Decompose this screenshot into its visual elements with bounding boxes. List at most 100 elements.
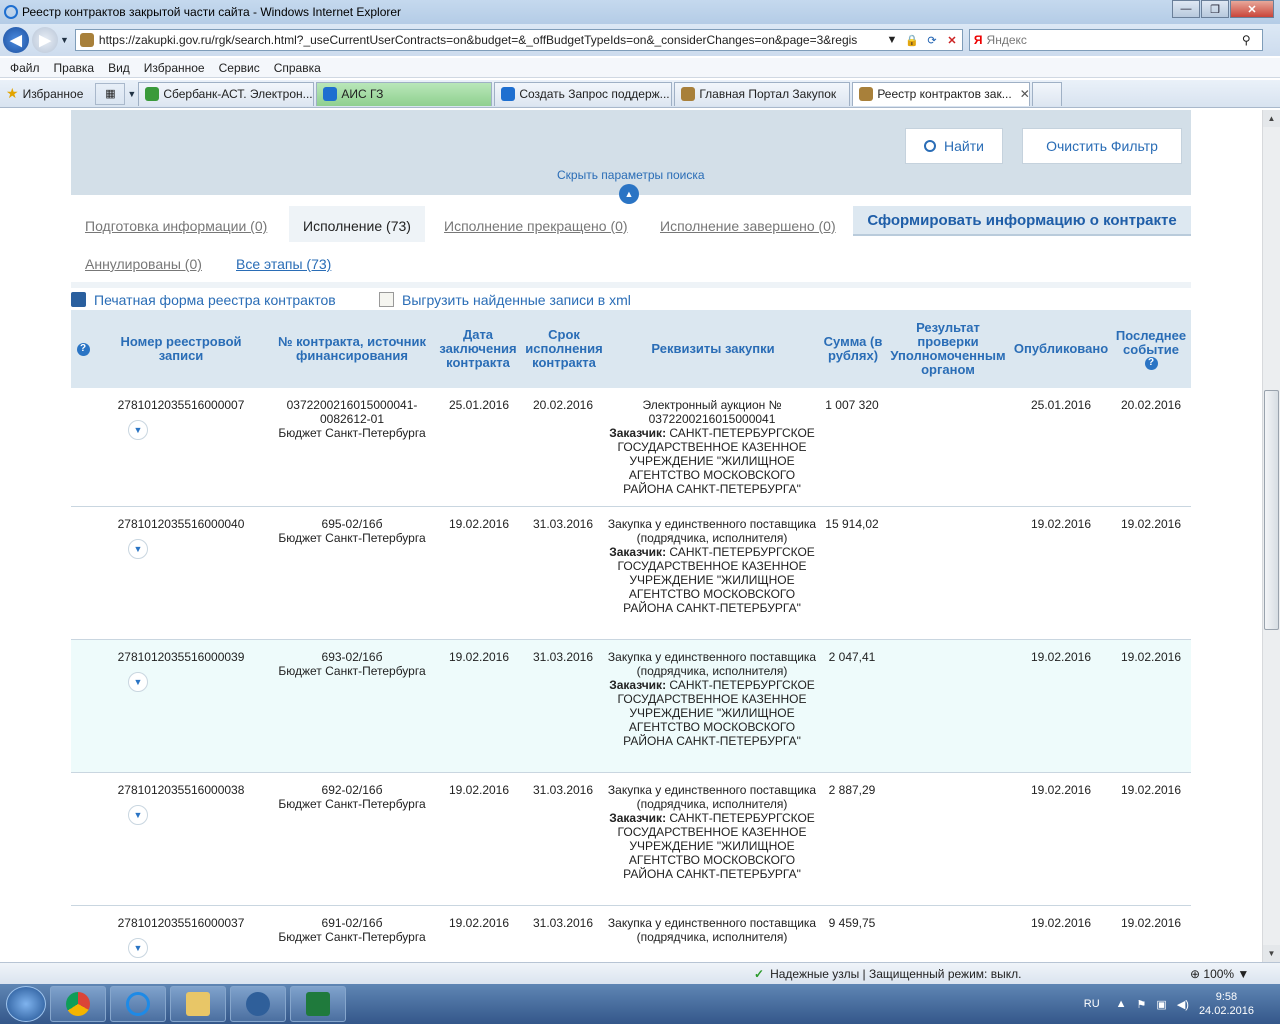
header-date[interactable]: Дата заключения контракта: [437, 310, 519, 388]
tray-expand-icon[interactable]: ▲: [1116, 998, 1127, 1010]
header-help[interactable]: ?: [75, 310, 91, 388]
tab-support-request[interactable]: Создать Запрос поддерж...: [494, 81, 673, 106]
taskbar-excel[interactable]: [290, 986, 346, 1022]
find-button[interactable]: Найти: [905, 128, 1003, 164]
tab-close-icon[interactable]: ✕: [1020, 87, 1030, 101]
reg-number[interactable]: 2781012035516000038: [118, 783, 245, 797]
cell-published: 19.02.2016: [1011, 916, 1111, 930]
table-row[interactable]: 2781012035516000038 692-02/16б Бюджет Санк…: [71, 773, 1191, 906]
reg-number[interactable]: 2781012035516000039: [118, 650, 245, 664]
taskbar-explorer[interactable]: [170, 986, 226, 1022]
taskbar-chrome[interactable]: [50, 986, 106, 1022]
contract-date: 19.02.2016: [448, 916, 510, 930]
search-icon[interactable]: ⚲: [1242, 33, 1262, 47]
tab-preparation[interactable]: Подготовка информации (0): [85, 218, 267, 234]
address-url[interactable]: https://zakupki.gov.ru/rgk/search.html?_…: [99, 33, 882, 47]
reg-number[interactable]: 2781012035516000037: [118, 916, 245, 930]
published-date: 25.01.2016: [1030, 398, 1092, 412]
menu-favorites[interactable]: Избранное: [144, 61, 205, 75]
expand-row-icon[interactable]: ▼: [128, 420, 148, 440]
lock-icon[interactable]: 🔒: [902, 34, 922, 47]
cell-published: 25.01.2016: [1011, 398, 1111, 412]
header-requisites[interactable]: Реквизиты закупки: [611, 310, 815, 388]
language-indicator[interactable]: RU: [1084, 998, 1100, 1010]
menu-view[interactable]: Вид: [108, 61, 130, 75]
quick-tabs-button[interactable]: ▦: [95, 82, 126, 105]
taskbar-thunderbird[interactable]: [230, 986, 286, 1022]
tab-execution-stopped[interactable]: Исполнение прекращено (0): [444, 218, 628, 234]
clear-filter-button[interactable]: Очистить Фильтр: [1022, 128, 1182, 164]
search-box[interactable]: Я Яндекс ⚲: [968, 29, 1263, 51]
tab-portal-main[interactable]: Главная Портал Закупок: [674, 81, 851, 106]
print-registry-link[interactable]: Печатная форма реестра контрактов: [71, 292, 336, 308]
table-row[interactable]: 2781012035516000007 0372200216015000041-0…: [71, 388, 1191, 507]
tab-sberbank[interactable]: Сбербанк-АСТ. Электрон...: [138, 81, 315, 106]
tab-all-stages[interactable]: Все этапы (73): [236, 256, 331, 272]
taskbar-ie[interactable]: [110, 986, 166, 1022]
tab-label: Создать Запрос поддерж...: [519, 87, 670, 101]
tab-list-dropdown-icon[interactable]: ▼: [127, 89, 136, 99]
new-tab-button[interactable]: [1032, 81, 1063, 106]
zoom-level[interactable]: ⊕ 100% ▼: [1190, 967, 1249, 981]
scroll-up-icon[interactable]: ▲: [1263, 110, 1280, 127]
help-icon[interactable]: ?: [1144, 356, 1158, 370]
table-row[interactable]: 2781012035516000039 693-02/16б Бюджет Санк…: [71, 640, 1191, 773]
menu-help[interactable]: Справка: [274, 61, 321, 75]
scroll-down-icon[interactable]: ▼: [1263, 945, 1280, 962]
hide-search-params-link[interactable]: Скрыть параметры поиска: [557, 168, 705, 182]
favorites-button[interactable]: ★ Избранное: [0, 82, 89, 106]
history-dropdown-icon[interactable]: ▼: [60, 35, 69, 45]
maximize-button[interactable]: ❐: [1201, 0, 1229, 18]
tab-contract-registry[interactable]: Реестр контрактов зак... ✕: [852, 81, 1031, 106]
help-icon[interactable]: ?: [76, 342, 90, 356]
security-zone[interactable]: ✓ Надежные узлы | Защищенный режим: выкл.: [754, 967, 1021, 981]
back-button[interactable]: ◀: [3, 27, 29, 53]
menu-file[interactable]: Файл: [10, 61, 40, 75]
cell-requisites: Закупка у единственного поставщика (подр…: [607, 517, 817, 615]
stop-icon[interactable]: ✕: [942, 34, 962, 47]
clock[interactable]: 9:58 24.02.2016: [1199, 990, 1254, 1018]
header-published[interactable]: Опубликовано: [1011, 310, 1111, 388]
tab-execution[interactable]: Исполнение (73): [289, 206, 425, 242]
address-bar[interactable]: https://zakupki.gov.ru/rgk/search.html?_…: [74, 29, 963, 51]
network-icon[interactable]: ▣: [1156, 998, 1166, 1011]
header-last-event[interactable]: Последнее событие ?: [1113, 310, 1189, 388]
cell-term: 31.03.2016: [523, 916, 603, 930]
expand-row-icon[interactable]: ▼: [128, 938, 148, 958]
reg-number[interactable]: 2781012035516000040: [118, 517, 245, 531]
vertical-scrollbar[interactable]: ▲ ▼: [1262, 110, 1280, 962]
menu-tools[interactable]: Сервис: [219, 61, 260, 75]
reg-number[interactable]: 2781012035516000007: [118, 398, 245, 412]
table-row[interactable]: 2781012035516000037 691-02/16б Бюджет Санк…: [71, 906, 1191, 962]
header-reg-number[interactable]: Номер реестровой записи: [111, 310, 251, 388]
header-term[interactable]: Срок исполнения контракта: [521, 310, 607, 388]
collapse-up-icon[interactable]: ▲: [619, 184, 639, 204]
header-sum[interactable]: Сумма (в рублях): [819, 310, 887, 388]
menu-edit[interactable]: Правка: [54, 61, 95, 75]
tab-cancelled[interactable]: Аннулированы (0): [85, 256, 202, 272]
expand-row-icon[interactable]: ▼: [128, 539, 148, 559]
customer-label: Заказчик:: [609, 678, 667, 692]
start-button[interactable]: [6, 986, 46, 1022]
tab-ais-gz[interactable]: АИС ГЗ: [316, 81, 493, 106]
expand-row-icon[interactable]: ▼: [128, 805, 148, 825]
customer-line: Заказчик: САНКТ-ПЕТЕРБУРГСКОЕ ГОСУДАРСТВ…: [607, 678, 817, 748]
tab-execution-finished[interactable]: Исполнение завершено (0): [660, 218, 836, 234]
search-input[interactable]: Яндекс: [987, 33, 1242, 47]
address-dropdown-icon[interactable]: ▼: [882, 34, 902, 46]
status-tabs-second-row: Аннулированы (0) Все этапы (73): [71, 254, 1191, 278]
volume-icon[interactable]: ◀): [1177, 998, 1189, 1011]
table-row[interactable]: 2781012035516000040 695-02/16б Бюджет Санк…: [71, 507, 1191, 640]
close-button[interactable]: ✕: [1230, 0, 1274, 18]
cell-date: 25.01.2016: [439, 398, 519, 412]
minimize-button[interactable]: —: [1172, 0, 1200, 18]
expand-row-icon[interactable]: ▼: [128, 672, 148, 692]
scroll-thumb[interactable]: [1264, 390, 1279, 630]
header-check[interactable]: Результат проверки Уполномоченным органо…: [887, 310, 1009, 388]
form-contract-info-button[interactable]: Сформировать информацию о контракте: [853, 206, 1191, 236]
refresh-icon[interactable]: ⟳: [922, 34, 942, 47]
flag-icon[interactable]: ⚑: [1137, 998, 1147, 1011]
forward-button[interactable]: ▶: [32, 27, 58, 53]
export-xml-link[interactable]: Выгрузить найденные записи в xml: [379, 292, 631, 308]
header-contract[interactable]: № контракта, источник финансирования: [271, 310, 433, 388]
